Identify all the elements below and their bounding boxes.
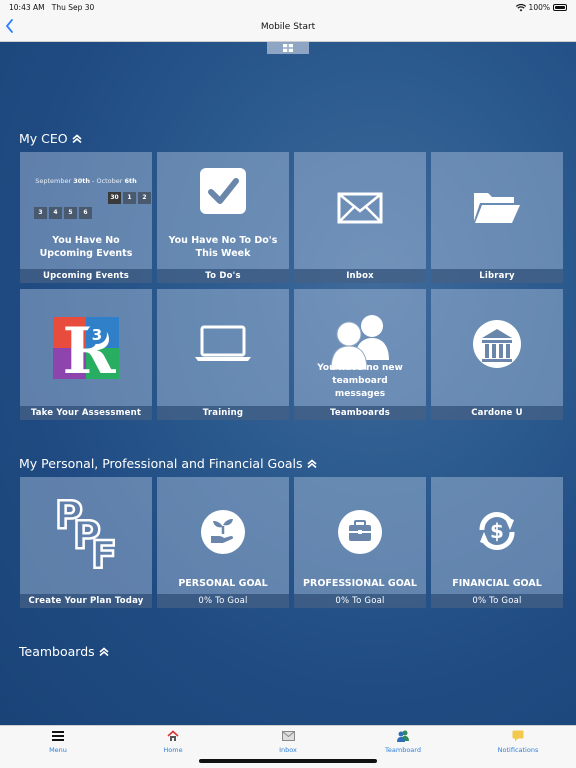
grid-view-toggle[interactable] [267,42,309,54]
plant-hand-icon [157,510,289,554]
todos-empty-message: You Have No To Do's This Week [168,235,278,259]
svg-text:F: F [91,533,117,572]
calendar-day[interactable]: 6 [79,207,92,219]
battery-icon [553,4,567,11]
wifi-icon [515,3,526,11]
status-right: 100% [515,3,567,12]
r3-logo: R 3 [20,317,152,379]
goal-name: PERSONAL GOAL [178,578,268,589]
chevron-double-up-icon [72,134,82,143]
calendar-day[interactable]: 30 [108,192,121,204]
status-time: 10:43 AM Thu Sep 30 [9,3,95,12]
battery-percent: 100% [528,3,550,12]
goal-name: FINANCIAL GOAL [452,578,542,589]
tile-label: Cardone U [431,406,563,420]
chevron-double-up-icon [99,647,109,656]
tile-personal-goal[interactable]: PERSONAL GOAL 0% To Goal [157,477,289,608]
tile-upcoming-events[interactable]: September 30th - October 6th 30 1 2 3 4 … [20,152,152,283]
tile-label: Library [431,269,563,283]
section-title-teamboards: Teamboards [19,644,95,659]
hamburger-menu-icon [18,728,98,744]
tile-inbox[interactable]: Inbox [294,152,426,283]
tile-todos[interactable]: You Have No To Do's This Week To Do's [157,152,289,283]
envelope-icon [248,728,328,744]
folder-icon [431,189,563,225]
tile-label: Training [157,406,289,420]
tile-professional-goal[interactable]: PROFESSIONAL GOAL 0% To Goal [294,477,426,608]
tab-label: Notifications [497,746,539,754]
briefcase-icon [294,510,426,554]
tile-cardone-u[interactable]: Cardone U [431,289,563,420]
goal-progress: 0% To Goal [431,594,563,608]
envelope-icon [294,192,426,224]
tile-label: Teamboards [294,406,426,420]
calendar-day[interactable]: 3 [34,207,47,219]
calendar-range: September 30th - October 6th [35,177,137,185]
tile-label: Create Your Plan Today [20,594,152,608]
nav-bar: Mobile Start [0,14,576,42]
svg-text:$: $ [490,519,504,543]
main-content[interactable]: My CEO September 30th - October 6th 30 1… [0,42,576,725]
tile-training[interactable]: Training [157,289,289,420]
events-empty-message: You Have No Upcoming Events [39,235,133,259]
teamboards-empty-message: You have no new teamboard messages [317,363,403,399]
tile-financial-goal[interactable]: $ FINANCIAL GOAL 0% To Goal [431,477,563,608]
chevron-double-up-icon [306,459,317,468]
checkbox-icon [157,168,289,214]
notification-icon [478,728,558,744]
tab-inbox[interactable]: Inbox [248,728,328,754]
r3-logo-number: 3 [92,326,102,344]
users-icon [363,728,443,744]
calendar-day[interactable]: 2 [138,192,151,204]
tab-home[interactable]: Home [133,728,213,754]
tab-label: Home [163,746,183,754]
goal-progress: 0% To Goal [294,594,426,608]
tab-teamboard[interactable]: Teamboard [363,728,443,754]
ppf-logo: .ppf { font-family: "DejaVu Sans", sans-… [20,492,152,572]
r3-logo-letter: R [62,317,116,379]
section-my-ceo[interactable]: My CEO [19,131,82,146]
tile-create-plan[interactable]: .ppf { font-family: "DejaVu Sans", sans-… [20,477,152,608]
tile-label: Upcoming Events [20,269,152,283]
tab-label: Menu [49,746,67,754]
home-indicator [199,759,377,763]
section-goals[interactable]: My Personal, Professional and Financial … [19,456,317,471]
page-title: Mobile Start [260,22,316,32]
tab-label: Inbox [279,746,297,754]
university-icon [431,319,563,369]
goal-progress: 0% To Goal [157,594,289,608]
calendar-day[interactable]: 5 [64,207,77,219]
dollar-refresh-icon: $ [431,508,563,554]
home-icon [133,728,213,744]
section-title-goals: My Personal, Professional and Financial … [19,456,303,471]
status-bar: 10:43 AM Thu Sep 30 100% [0,0,576,14]
laptop-icon [157,325,289,363]
tab-label: Teamboard [385,746,421,754]
tile-library[interactable]: Library [431,152,563,283]
tab-menu[interactable]: Menu [18,728,98,754]
grid-icon [283,44,293,52]
calendar-day[interactable]: 1 [123,192,136,204]
tile-label: To Do's [157,269,289,283]
tab-notifications[interactable]: Notifications [478,728,558,754]
tile-teamboards[interactable]: You have no new teamboard messages Teamb… [294,289,426,420]
tile-label: Inbox [294,269,426,283]
tile-assessment[interactable]: R 3 Take Your Assessment [20,289,152,420]
tile-label: Take Your Assessment [20,406,152,420]
section-teamboards[interactable]: Teamboards [19,644,109,659]
section-title-my-ceo: My CEO [19,131,68,146]
goal-name: PROFESSIONAL GOAL [303,578,417,589]
calendar-day[interactable]: 4 [49,207,62,219]
